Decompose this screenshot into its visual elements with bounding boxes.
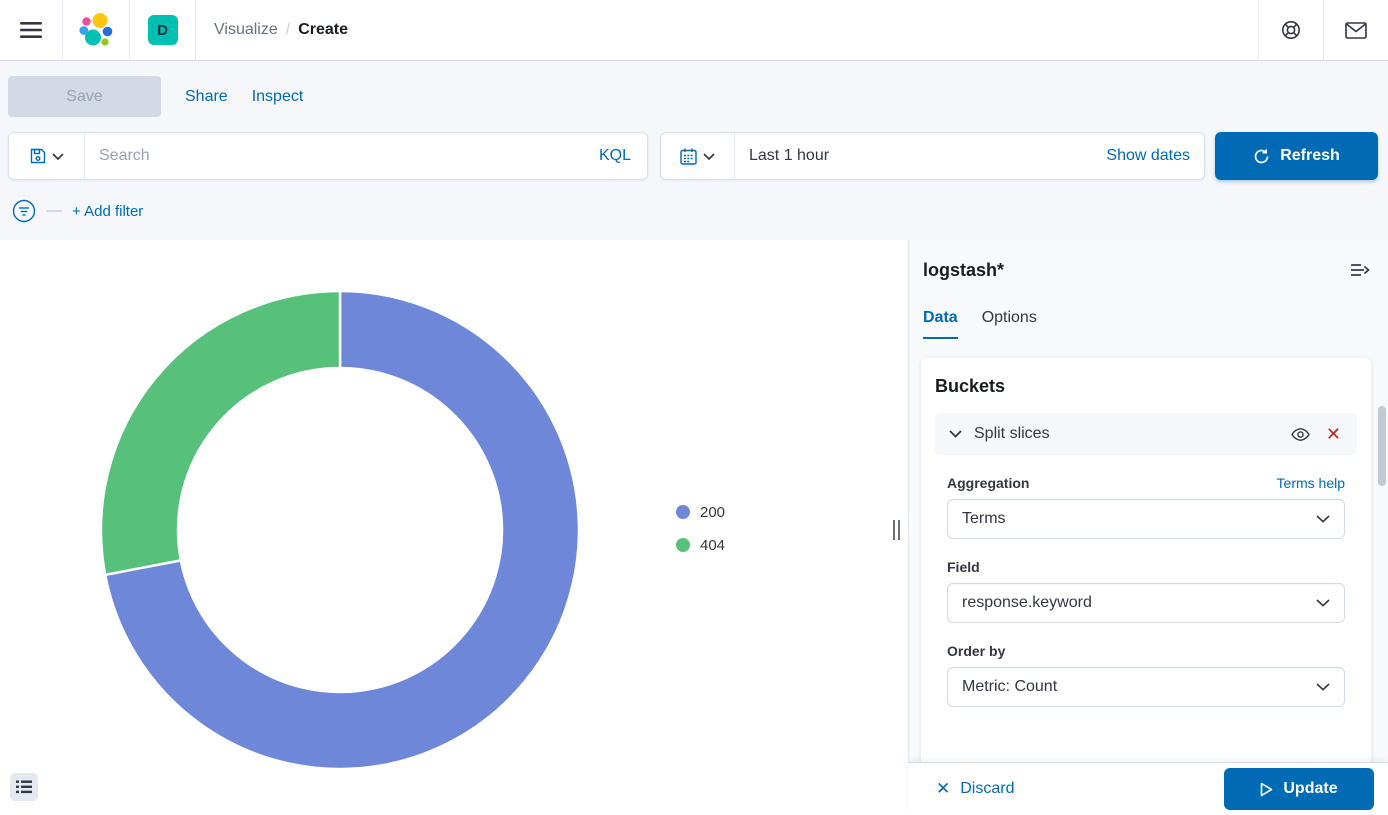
chevron-down-icon xyxy=(703,153,715,160)
chevron-down-icon xyxy=(1316,683,1330,691)
order-by-select[interactable]: Metric: Count xyxy=(947,667,1345,707)
discard-x-icon: ✕ xyxy=(936,779,950,799)
editor-footer: ✕ Discard Update xyxy=(908,762,1388,815)
legend-label: 200 xyxy=(700,504,725,521)
visualization-editor-panel: logstash* Data Options Buckets Split sli… xyxy=(908,240,1388,815)
date-picker-control: Last 1 hour Show dates xyxy=(660,132,1205,180)
space-selector[interactable]: D xyxy=(130,0,195,61)
remove-bucket-button[interactable]: ✕ xyxy=(1324,423,1343,445)
date-quick-menu-button[interactable] xyxy=(661,133,735,179)
kql-language-button[interactable]: KQL xyxy=(583,147,647,165)
editor-chrome: Save Share Inspect KQL xyxy=(0,61,1388,240)
breadcrumb-visualize[interactable]: Visualize xyxy=(214,21,278,39)
legend-toggle-button[interactable] xyxy=(10,773,38,801)
panel-resize-handle[interactable] xyxy=(893,520,903,540)
save-query-floppy-icon xyxy=(30,148,46,164)
menu-hamburger-button[interactable] xyxy=(0,0,62,61)
filter-bar: + Add filter xyxy=(12,199,143,223)
divider xyxy=(195,0,196,61)
discard-button[interactable]: ✕ Discard xyxy=(936,779,1014,799)
breadcrumb-create: Create xyxy=(298,21,348,39)
hamburger-icon xyxy=(20,22,42,38)
toggle-visibility-button[interactable] xyxy=(1289,426,1312,443)
order-by-label: Order by xyxy=(947,643,1005,659)
panel-scrollbar-thumb[interactable] xyxy=(1378,406,1386,486)
inspect-button[interactable]: Inspect xyxy=(252,88,304,106)
search-control: KQL xyxy=(8,132,648,180)
refresh-button[interactable]: Refresh xyxy=(1215,132,1378,180)
mail-icon xyxy=(1345,22,1367,39)
list-icon xyxy=(16,780,32,794)
saved-query-menu-button[interactable] xyxy=(9,133,85,179)
discard-label: Discard xyxy=(960,780,1014,798)
field-row: Field response.keyword xyxy=(935,559,1357,623)
aggregation-value: Terms xyxy=(962,510,1006,528)
legend-label: 404 xyxy=(700,537,725,554)
refresh-icon xyxy=(1253,148,1270,165)
index-pattern-title: logstash* xyxy=(923,260,1004,281)
header-right-actions xyxy=(1258,0,1388,61)
share-button[interactable]: Share xyxy=(185,88,228,106)
editor-tabs: Data Options xyxy=(909,283,1388,339)
order-by-value: Metric: Count xyxy=(962,678,1057,696)
top-navigation-bar: D Visualize / Create xyxy=(0,0,1388,61)
legend-item-200[interactable]: 200 xyxy=(676,500,725,524)
refresh-label: Refresh xyxy=(1280,147,1340,165)
buckets-title: Buckets xyxy=(935,376,1357,397)
split-slices-label[interactable]: Split slices xyxy=(974,425,1277,443)
elastic-logo-icon xyxy=(79,12,113,48)
update-button[interactable]: Update xyxy=(1224,768,1374,810)
elastic-logo[interactable] xyxy=(63,0,129,61)
collapse-panel-button[interactable] xyxy=(1348,260,1372,283)
breadcrumb: Visualize / Create xyxy=(214,21,1258,39)
panel-header: logstash* xyxy=(909,240,1388,283)
field-value: response.keyword xyxy=(962,594,1092,612)
breadcrumb-separator: / xyxy=(286,21,290,39)
eye-icon xyxy=(1291,428,1310,441)
filter-icon[interactable] xyxy=(12,199,36,223)
tab-options[interactable]: Options xyxy=(982,309,1037,339)
calendar-icon xyxy=(680,148,697,165)
update-label: Update xyxy=(1283,780,1337,798)
legend-item-404[interactable]: 404 xyxy=(676,533,725,557)
aggregation-label: Aggregation xyxy=(947,475,1029,491)
visualize-toolbar: Save Share Inspect xyxy=(8,76,303,117)
buckets-card: Buckets Split slices ✕ Aggregation Terms… xyxy=(921,358,1371,762)
donut-slice-404[interactable] xyxy=(101,291,340,575)
show-dates-button[interactable]: Show dates xyxy=(1092,147,1204,165)
filter-drop-indicator xyxy=(46,210,62,212)
chevron-down-icon xyxy=(1316,599,1330,607)
legend-dot-blue xyxy=(676,505,690,519)
save-button[interactable]: Save xyxy=(8,76,161,117)
chart-legend: 200 404 xyxy=(676,500,725,557)
help-life-ring-icon xyxy=(1281,20,1301,40)
chevron-down-icon[interactable] xyxy=(949,430,962,438)
help-button[interactable] xyxy=(1259,0,1323,61)
terms-help-link[interactable]: Terms help xyxy=(1277,475,1345,491)
collapse-panel-icon xyxy=(1350,262,1370,278)
query-bar: KQL Last 1 hour Show dates xyxy=(8,132,1380,180)
field-select[interactable]: response.keyword xyxy=(947,583,1345,623)
legend-dot-green xyxy=(676,538,690,552)
split-slices-accordion: Split slices ✕ xyxy=(935,413,1357,455)
visualization-canvas: 200 404 xyxy=(0,240,908,815)
time-range-value[interactable]: Last 1 hour xyxy=(735,147,1092,165)
tab-data[interactable]: Data xyxy=(923,309,958,339)
order-by-row: Order by Metric: Count xyxy=(935,643,1357,707)
play-icon xyxy=(1260,782,1273,797)
aggregation-select[interactable]: Terms xyxy=(947,499,1345,539)
aggregation-row: Aggregation Terms help Terms xyxy=(935,475,1357,539)
donut-chart[interactable] xyxy=(0,240,908,815)
add-filter-button[interactable]: + Add filter xyxy=(72,203,143,220)
search-input[interactable] xyxy=(85,147,583,165)
notifications-button[interactable] xyxy=(1324,0,1388,61)
chevron-down-icon xyxy=(52,153,64,160)
chevron-down-icon xyxy=(1316,515,1330,523)
space-badge: D xyxy=(148,15,178,45)
field-label: Field xyxy=(947,559,980,575)
